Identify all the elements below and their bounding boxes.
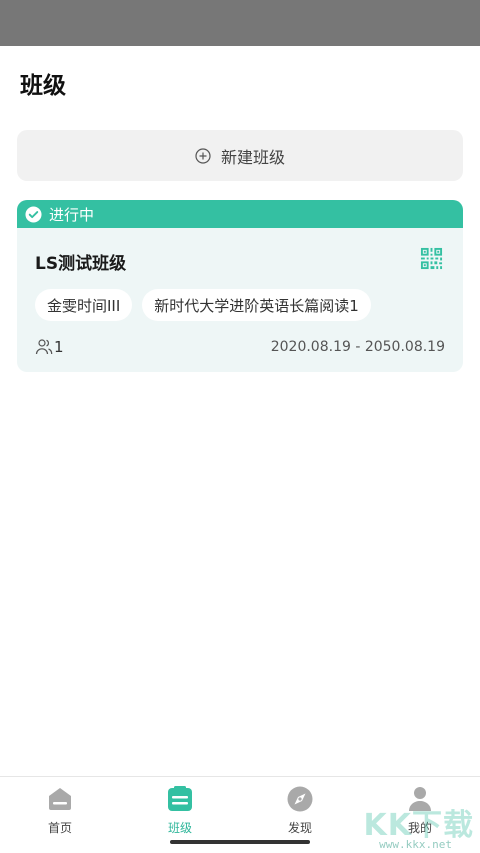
tab-home[interactable]: 首页 [0, 777, 120, 853]
date-range: 2020.08.19 - 2050.08.19 [270, 339, 445, 355]
home-indicator [170, 840, 310, 844]
card-footer: 1 2020.08.19 - 2050.08.19 [35, 338, 445, 356]
status-bar [0, 0, 480, 46]
tag-item: 新时代大学进阶英语长篇阅读1 [142, 289, 371, 321]
page-title: 班级 [20, 73, 66, 99]
tab-label: 首页 [47, 821, 72, 835]
tag-item: 金雯时间III [35, 289, 133, 321]
tab-label: 班级 [167, 821, 192, 835]
tag-list: 金雯时间III 新时代大学进阶英语长篇阅读1 [35, 289, 371, 321]
member-count: 1 [35, 338, 64, 356]
people-icon [35, 339, 53, 355]
watermark-url: www.kkx.net [379, 838, 452, 851]
compass-icon [287, 786, 313, 812]
plus-circle-icon [195, 147, 211, 164]
class-title: LS测试班级 [35, 254, 127, 274]
status-badge: 进行中 [17, 200, 463, 228]
home-icon [49, 788, 71, 810]
class-card[interactable]: 进行中 LS测试班级 金雯时间III 新时代大学进阶英语长篇阅读1 1 2020… [17, 200, 463, 372]
qr-code-icon[interactable] [420, 247, 443, 270]
new-class-button[interactable]: 新建班级 [17, 130, 463, 181]
status-label: 进行中 [49, 205, 95, 224]
new-class-label: 新建班级 [220, 147, 285, 167]
check-circle-icon [25, 205, 42, 223]
tab-label: 发现 [287, 821, 312, 835]
class-icon [168, 786, 192, 811]
member-count-value: 1 [54, 338, 64, 356]
